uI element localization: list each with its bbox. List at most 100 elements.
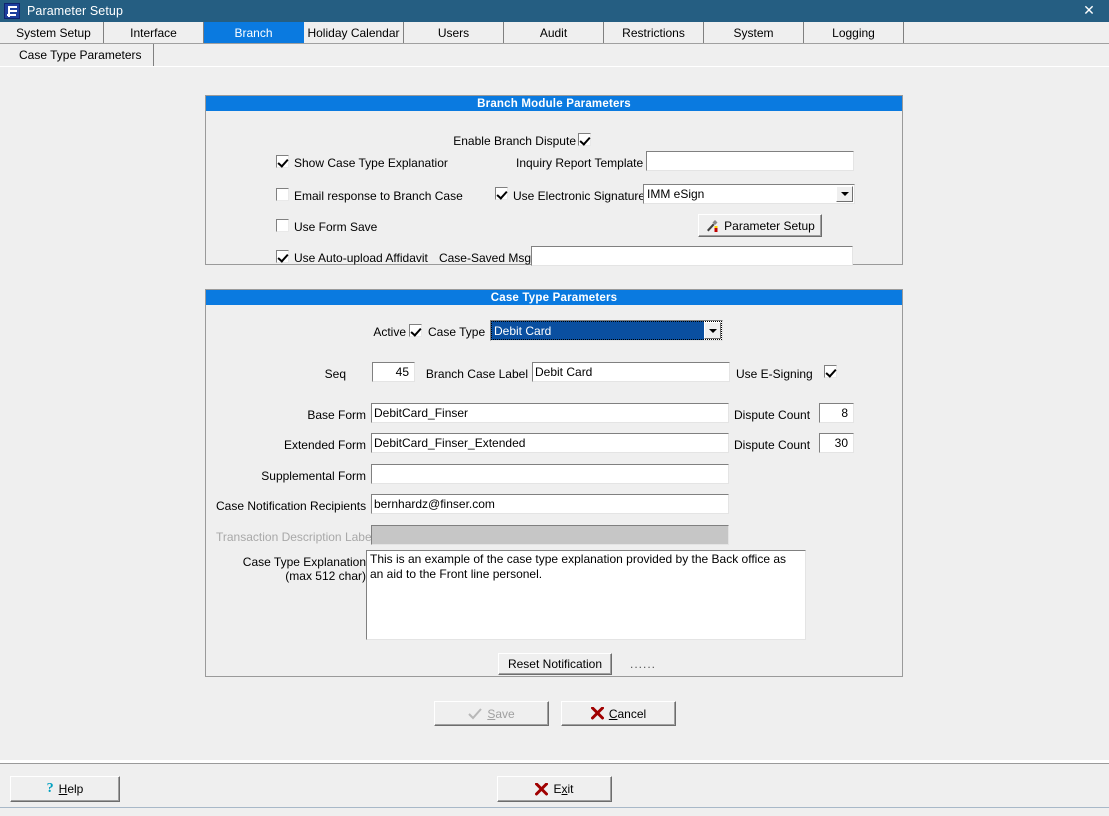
seq-input[interactable]: 45 — [372, 362, 415, 382]
base-form-input[interactable]: DebitCard_Finser — [371, 403, 729, 423]
use-electronic-signature-label: Use Electronic Signature — [513, 189, 646, 203]
tab-users[interactable]: Users — [404, 22, 504, 43]
case-type-parameters-panel: Case Type Parameters Active Case Type De… — [205, 289, 903, 677]
use-form-save-label: Use Form Save — [294, 220, 378, 234]
save-button-label-rest: ave — [495, 706, 515, 721]
case-saved-msg-input[interactable] — [531, 246, 853, 266]
chevron-down-icon[interactable] — [704, 322, 721, 339]
enable-branch-dispute-checkbox[interactable] — [578, 133, 591, 146]
exit-button-label: Exit — [553, 782, 574, 796]
case-type-parameters-header: Case Type Parameters — [206, 290, 902, 305]
main-tab-strip: System Setup Interface Branch Holiday Ca… — [0, 22, 1109, 44]
exit-button[interactable]: Exit — [497, 776, 612, 802]
case-notification-recipients-input[interactable]: bernhardz@finser.com — [371, 494, 729, 514]
branch-module-parameters-header: Branch Module Parameters — [206, 96, 902, 111]
use-form-save-checkbox[interactable] — [276, 219, 289, 232]
reset-notification-button-label: Reset Notification — [507, 657, 603, 671]
branch-module-parameters-panel: Branch Module Parameters Enable Branch D… — [205, 95, 903, 266]
tab-logging[interactable]: Logging — [804, 22, 904, 43]
base-dispute-count-label: Dispute Count — [734, 408, 811, 422]
tools-icon — [705, 219, 719, 233]
branch-module-parameters-body: Enable Branch Dispute Show Case Type Exp… — [206, 111, 902, 266]
x-icon — [535, 782, 549, 796]
window-title: Parameter Setup — [27, 4, 123, 18]
parameter-setup-button-label: Parameter Setup — [724, 218, 815, 233]
chevron-down-icon[interactable] — [836, 186, 853, 202]
help-button-label: Help — [58, 782, 84, 796]
subtab-case-type-parameters[interactable]: Case Type Parameters — [8, 44, 154, 66]
case-type-explanation-textarea[interactable]: This is an example of the case type expl… — [366, 550, 806, 640]
tab-interface[interactable]: Interface — [104, 22, 204, 43]
tab-system[interactable]: System — [704, 22, 804, 43]
exit-button-label-rest: it — [567, 782, 574, 796]
extended-form-label: Extended Form — [283, 438, 366, 452]
transaction-description-label-label: Transaction Description Label — [216, 530, 375, 544]
footer-divider — [0, 763, 1109, 764]
client-inner: Branch Module Parameters Enable Branch D… — [8, 69, 1101, 756]
tab-holiday-calendar[interactable]: Holiday Calendar — [304, 22, 404, 43]
close-icon[interactable]: ✕ — [1069, 0, 1109, 22]
client-area: Branch Module Parameters Enable Branch D… — [0, 66, 1109, 760]
inquiry-report-template-input[interactable] — [646, 151, 854, 171]
use-e-signing-checkbox[interactable] — [824, 365, 837, 378]
use-e-signing-label: Use E-Signing — [736, 367, 813, 381]
footer-bottom-divider — [0, 807, 1109, 808]
esign-provider-combo[interactable]: IMM eSign — [643, 184, 855, 204]
cancel-button-label-rest: ancel — [617, 706, 647, 721]
case-type-combo-value: Debit Card — [491, 321, 704, 340]
base-dispute-count-input[interactable]: 8 — [819, 403, 854, 423]
enable-branch-dispute-label: Enable Branch Dispute — [453, 134, 576, 148]
reset-notification-button[interactable]: Reset Notification — [498, 653, 612, 675]
cancel-button[interactable]: Cancel — [561, 701, 676, 726]
save-button: Save — [434, 701, 549, 726]
case-type-parameters-body: Active Case Type Debit Card Seq 45 Branc… — [206, 305, 902, 676]
use-auto-upload-affidavit-checkbox[interactable] — [276, 250, 289, 263]
branch-case-label-label: Branch Case Label — [425, 367, 528, 381]
title-bar: Parameter Setup ✕ — [0, 0, 1109, 22]
help-button[interactable]: ? Help — [10, 776, 120, 802]
active-checkbox[interactable] — [409, 324, 422, 337]
tab-branch[interactable]: Branch — [204, 22, 304, 43]
sub-tab-strip: Case Type Parameters — [0, 44, 1109, 66]
email-response-to-branch-case-checkbox[interactable] — [276, 188, 289, 201]
question-icon: ? — [46, 781, 54, 796]
email-response-to-branch-case-label: Email response to Branch Case — [294, 189, 463, 203]
tab-restrictions[interactable]: Restrictions — [604, 22, 704, 43]
exit-button-label-pre: E — [553, 782, 562, 796]
supplemental-form-label: Supplemental Form — [261, 469, 366, 483]
esign-provider-value: IMM eSign — [647, 187, 705, 201]
extended-form-input[interactable]: DebitCard_Finser_Extended — [371, 433, 729, 453]
check-icon — [468, 707, 483, 720]
show-case-type-explanation-label: Show Case Type Explanatior — [294, 156, 448, 170]
reset-notification-dots: ...... — [630, 657, 657, 671]
case-saved-msg-label: Case-Saved Msg — [438, 251, 531, 265]
cancel-button-label: Cancel — [608, 706, 647, 721]
show-case-type-explanation-checkbox[interactable] — [276, 155, 289, 168]
use-electronic-signature-checkbox[interactable] — [495, 187, 508, 200]
sub-tab-strip-filler — [154, 44, 1109, 66]
case-notification-recipients-label: Case Notification Recipients — [216, 499, 367, 513]
transaction-description-label-input — [371, 525, 729, 545]
tab-audit[interactable]: Audit — [504, 22, 604, 43]
save-button-label: Save — [487, 706, 515, 721]
inquiry-report-template-label: Inquiry Report Template — [516, 156, 644, 170]
parameter-setup-button[interactable]: Parameter Setup — [698, 214, 822, 237]
tab-strip-filler — [904, 22, 1109, 43]
use-auto-upload-affidavit-label: Use Auto-upload Affidavit — [294, 251, 428, 265]
x-icon — [590, 706, 604, 720]
extended-dispute-count-input[interactable]: 30 — [819, 433, 854, 453]
help-button-label-rest: elp — [67, 782, 84, 796]
extended-dispute-count-label: Dispute Count — [734, 438, 811, 452]
case-type-explanation-label-line2: (max 512 char) — [285, 569, 366, 583]
branch-case-label-input[interactable]: Debit Card — [532, 362, 730, 382]
case-type-combo-label: Case Type — [428, 325, 486, 339]
supplemental-form-input[interactable] — [371, 464, 729, 484]
seq-label: Seq — [324, 367, 346, 381]
case-type-explanation-label-line1: Case Type Explanation — [242, 555, 366, 569]
case-type-combo[interactable]: Debit Card — [490, 320, 723, 341]
footer-bar: ? Help Exit — [0, 762, 1109, 816]
app-f-icon — [4, 3, 20, 19]
active-label: Active — [373, 325, 406, 339]
tab-system-setup[interactable]: System Setup — [4, 22, 104, 43]
base-form-label: Base Form — [307, 408, 366, 422]
